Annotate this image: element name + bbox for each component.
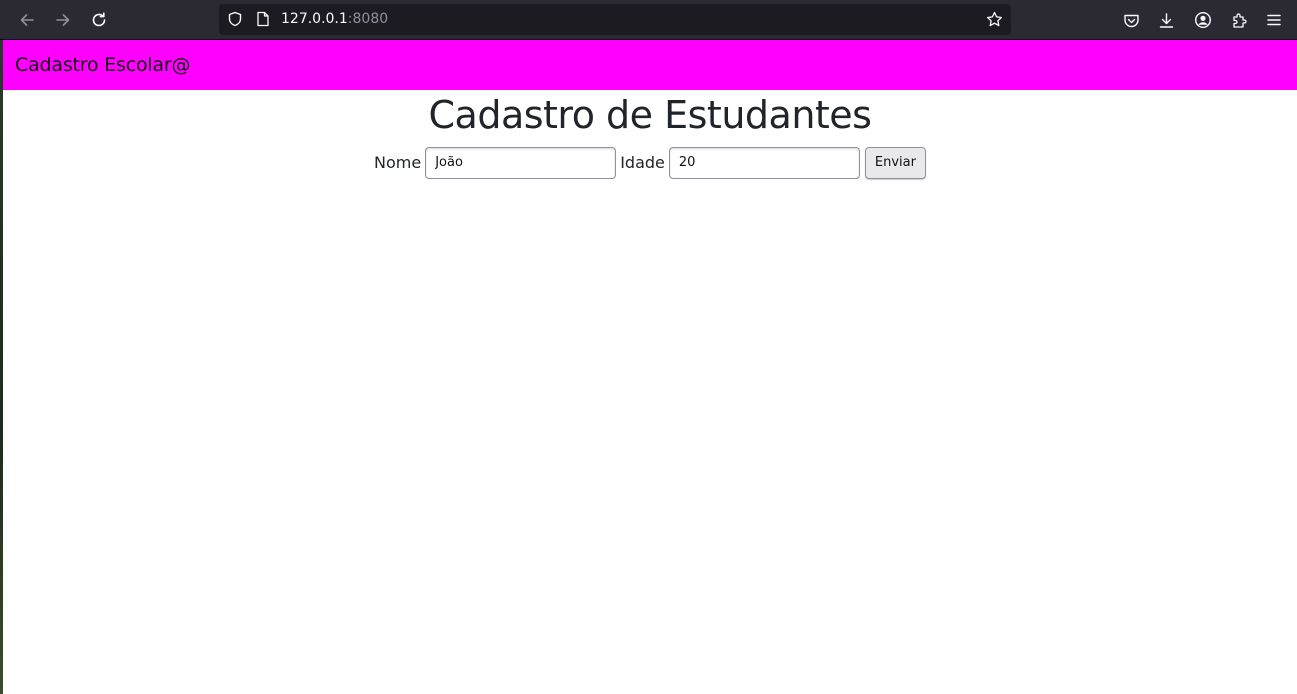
page-title: Cadastro de Estudantes <box>428 93 872 137</box>
url-bar[interactable]: 127.0.0.1:8080 <box>219 4 1011 35</box>
star-icon[interactable] <box>985 10 1003 28</box>
back-button[interactable] <box>13 6 41 34</box>
arrow-right-icon <box>54 11 72 29</box>
download-icon[interactable] <box>1154 8 1178 32</box>
pocket-icon[interactable] <box>1119 8 1143 32</box>
hamburger-menu-icon[interactable] <box>1262 8 1286 32</box>
reload-icon <box>90 11 108 29</box>
browser-toolbar: 127.0.0.1:8080 <box>0 0 1297 40</box>
submit-button[interactable]: Enviar <box>864 146 926 179</box>
forward-button[interactable] <box>49 6 77 34</box>
account-icon[interactable] <box>1191 8 1215 32</box>
extensions-icon[interactable] <box>1227 8 1251 32</box>
navbar-brand[interactable]: Cadastro Escolar@ <box>15 54 191 76</box>
name-input[interactable] <box>425 146 617 179</box>
page-icon[interactable] <box>254 10 272 28</box>
student-form: Nome Idade Enviar <box>3 146 1297 179</box>
page-viewport: Cadastro Escolar@ Cadastro de Estudantes… <box>3 40 1297 694</box>
shield-icon[interactable] <box>226 10 244 28</box>
url-host: 127.0.0.1 <box>281 11 348 27</box>
reload-button[interactable] <box>85 6 113 34</box>
age-input[interactable] <box>668 146 860 179</box>
url-text[interactable]: 127.0.0.1:8080 <box>281 11 388 28</box>
navbar: Cadastro Escolar@ <box>3 40 1297 90</box>
name-label: Nome <box>374 152 422 172</box>
url-port: :8080 <box>347 11 389 27</box>
arrow-left-icon <box>18 11 36 29</box>
age-label: Idade <box>620 152 665 172</box>
